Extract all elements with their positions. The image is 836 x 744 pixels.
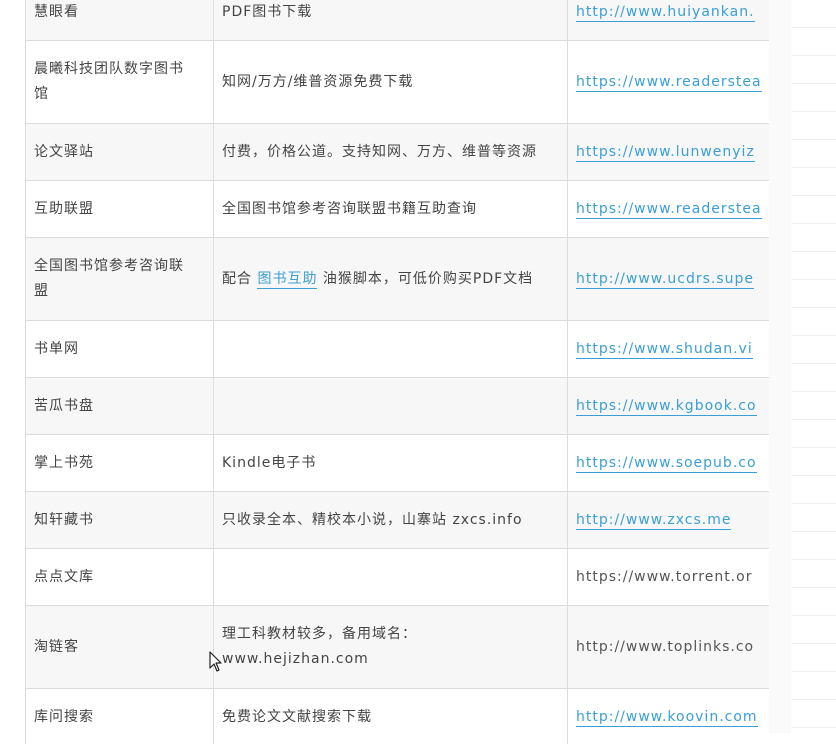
site-url-text: https://www.torrent.or [576, 569, 752, 585]
table-row: 晨曦科技团队数字图书馆 知网/万方/维普资源免费下载 https://www.r… [26, 41, 770, 124]
site-name: 掌上书苑 [26, 435, 214, 492]
site-url-cell: http://www.toplinks.co [568, 606, 770, 689]
site-url-cell: https://www.soepub.co [568, 435, 770, 492]
site-description: 只收录全本、精校本小说，山寨站 zxcs.info [214, 492, 568, 549]
table-row: 库问搜索 免费论文文献搜索下载 http://www.koovin.com [26, 689, 770, 744]
site-description: 理工科教材较多，备用域名：www.hejizhan.com [214, 606, 568, 689]
site-url-cell: http://www.huiyankan. [568, 0, 770, 41]
site-url-link[interactable]: https://www.shudan.vi [576, 341, 753, 359]
site-description [214, 549, 568, 606]
mouse-pointer-icon [209, 651, 223, 673]
site-description [214, 321, 568, 378]
desc-suffix: 油猴脚本，可低价购买PDF文档 [323, 271, 533, 287]
resource-table-container[interactable]: 慧眼看 PDF图书下载 http://www.huiyankan. 晨曦科技团队… [25, 0, 769, 744]
site-url-link[interactable]: https://www.soepub.co [576, 455, 757, 473]
table-row: 掌上书苑 Kindle电子书 https://www.soepub.co [26, 435, 770, 492]
table-row: 互助联盟 全国图书馆参考咨询联盟书籍互助查询 https://www.reade… [26, 181, 770, 238]
site-url-link[interactable]: https://www.kgbook.co [576, 398, 757, 416]
site-name: 点点文库 [26, 549, 214, 606]
site-url-cell: http://www.ucdrs.supe [568, 238, 770, 321]
site-url-cell: https://www.shudan.vi [568, 321, 770, 378]
site-name: 书单网 [26, 321, 214, 378]
site-name: 晨曦科技团队数字图书馆 [26, 41, 214, 124]
site-description: PDF图书下载 [214, 0, 568, 41]
site-url-link[interactable]: http://www.zxcs.me [576, 512, 731, 530]
site-url-cell: https://www.torrent.or [568, 549, 770, 606]
site-description: 全国图书馆参考咨询联盟书籍互助查询 [214, 181, 568, 238]
resource-table: 慧眼看 PDF图书下载 http://www.huiyankan. 晨曦科技团队… [25, 0, 769, 744]
table-row: 书单网 https://www.shudan.vi [26, 321, 770, 378]
site-url-cell: https://www.kgbook.co [568, 378, 770, 435]
table-row: 全国图书馆参考咨询联盟 配合 图书互助 油猴脚本，可低价购买PDF文档 http… [26, 238, 770, 321]
table-row: 知轩藏书 只收录全本、精校本小说，山寨站 zxcs.info http://ww… [26, 492, 770, 549]
site-name: 库问搜索 [26, 689, 214, 744]
site-name: 苦瓜书盘 [26, 378, 214, 435]
table-row: 论文驿站 付费，价格公道。支持知网、万方、维普等资源 https://www.l… [26, 124, 770, 181]
site-url-cell: https://www.readerstea [568, 181, 770, 238]
site-name: 互助联盟 [26, 181, 214, 238]
tampermonkey-script-link[interactable]: 图书互助 [257, 271, 317, 289]
site-url-link[interactable]: https://www.lunwenyiz [576, 144, 755, 162]
site-description: 配合 图书互助 油猴脚本，可低价购买PDF文档 [214, 238, 568, 321]
site-description: 付费，价格公道。支持知网、万方、维普等资源 [214, 124, 568, 181]
table-row: 点点文库 https://www.torrent.or [26, 549, 770, 606]
site-description: 知网/万方/维普资源免费下载 [214, 41, 568, 124]
table-row: 慧眼看 PDF图书下载 http://www.huiyankan. [26, 0, 770, 41]
site-url-cell: http://www.koovin.com [568, 689, 770, 744]
site-name: 知轩藏书 [26, 492, 214, 549]
site-url-link[interactable]: http://www.ucdrs.supe [576, 271, 754, 289]
site-url-link[interactable]: http://www.huiyankan. [576, 4, 755, 22]
site-url-text: http://www.toplinks.co [576, 639, 754, 655]
scroll-gutter [769, 0, 791, 733]
site-description [214, 378, 568, 435]
site-url-cell: https://www.lunwenyiz [568, 124, 770, 181]
desc-prefix: 配合 [222, 271, 252, 287]
site-description: 免费论文文献搜索下载 [214, 689, 568, 744]
site-url-link[interactable]: http://www.koovin.com [576, 709, 758, 727]
site-url-link[interactable]: https://www.readerstea [576, 201, 762, 219]
site-description: Kindle电子书 [214, 435, 568, 492]
site-url-cell: http://www.zxcs.me [568, 492, 770, 549]
table-row: 苦瓜书盘 https://www.kgbook.co [26, 378, 770, 435]
site-url-link[interactable]: https://www.readerstea [576, 74, 762, 92]
site-name: 论文驿站 [26, 124, 214, 181]
site-url-cell: https://www.readerstea [568, 41, 770, 124]
site-name: 淘链客 [26, 606, 214, 689]
table-row: 淘链客 理工科教材较多，备用域名：www.hejizhan.com http:/… [26, 606, 770, 689]
site-name: 慧眼看 [26, 0, 214, 41]
site-name: 全国图书馆参考咨询联盟 [26, 238, 214, 321]
